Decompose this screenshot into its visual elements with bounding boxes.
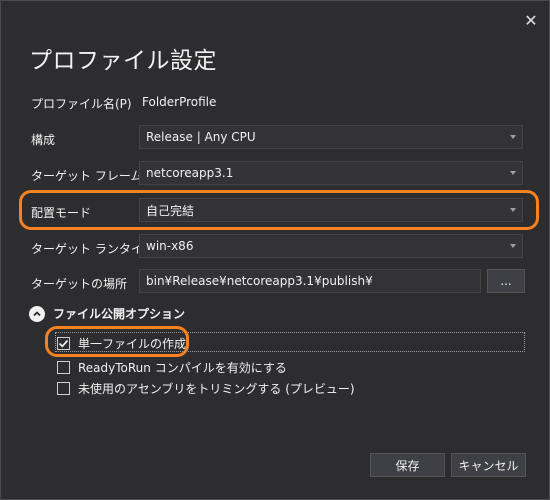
chevron-up-icon[interactable] [29, 305, 45, 322]
configuration-value: Release | Any CPU [146, 130, 256, 144]
checkmark-icon [58, 339, 69, 348]
target-runtime-dropdown[interactable]: win-x86 [139, 234, 523, 258]
deployment-mode-dropdown[interactable]: 自己完結 [139, 198, 523, 222]
ready-to-run-checkbox[interactable] [57, 361, 70, 374]
chevron-down-icon [510, 171, 516, 175]
dialog-title: プロファイル設定 [29, 48, 217, 74]
file-publish-options-header[interactable]: ファイル公開オプション [29, 305, 185, 322]
profile-name-label: プロファイル名(P) [31, 97, 132, 111]
ready-to-run-option[interactable]: ReadyToRun コンパイルを有効にする [57, 359, 287, 376]
target-location-label: ターゲットの場所 [31, 277, 128, 291]
configuration-label: 構成 [31, 133, 56, 147]
chevron-down-icon [510, 208, 516, 212]
profile-name-value: FolderProfile [142, 95, 217, 109]
single-file-checkbox[interactable] [57, 337, 70, 350]
target-location-value: bin¥Release¥netcoreapp3.1¥publish¥ [146, 274, 373, 288]
target-location-input[interactable]: bin¥Release¥netcoreapp3.1¥publish¥ [139, 269, 481, 293]
trim-assemblies-option[interactable]: 未使用のアセンブリをトリミングする (プレビュー) [57, 380, 355, 397]
target-framework-dropdown[interactable]: netcoreapp3.1 [139, 161, 523, 185]
deployment-mode-label: 配置モード [31, 206, 92, 220]
file-publish-options-label: ファイル公開オプション [53, 307, 186, 321]
trim-assemblies-checkbox[interactable] [57, 382, 70, 395]
configuration-dropdown[interactable]: Release | Any CPU [139, 125, 523, 149]
single-file-option[interactable]: 単一ファイルの作成 [57, 335, 186, 352]
browse-button[interactable]: ... [487, 269, 525, 293]
target-runtime-label: ターゲット ランタイム [31, 242, 155, 256]
target-runtime-value: win-x86 [146, 239, 194, 253]
save-button[interactable]: 保存 [370, 453, 445, 477]
target-framework-value: netcoreapp3.1 [146, 166, 234, 180]
close-icon[interactable]: ✕ [520, 9, 542, 31]
chevron-down-icon [510, 135, 516, 139]
trim-assemblies-label: 未使用のアセンブリをトリミングする (プレビュー) [78, 382, 355, 396]
chevron-down-icon [510, 244, 516, 248]
cancel-button[interactable]: キャンセル [451, 453, 526, 477]
profile-settings-dialog: ✕ プロファイル設定 プロファイル名(P) FolderProfile 構成 R… [0, 0, 550, 500]
ready-to-run-label: ReadyToRun コンパイルを有効にする [78, 361, 287, 375]
deployment-mode-value: 自己完結 [146, 203, 195, 218]
single-file-label: 単一ファイルの作成 [78, 337, 187, 351]
